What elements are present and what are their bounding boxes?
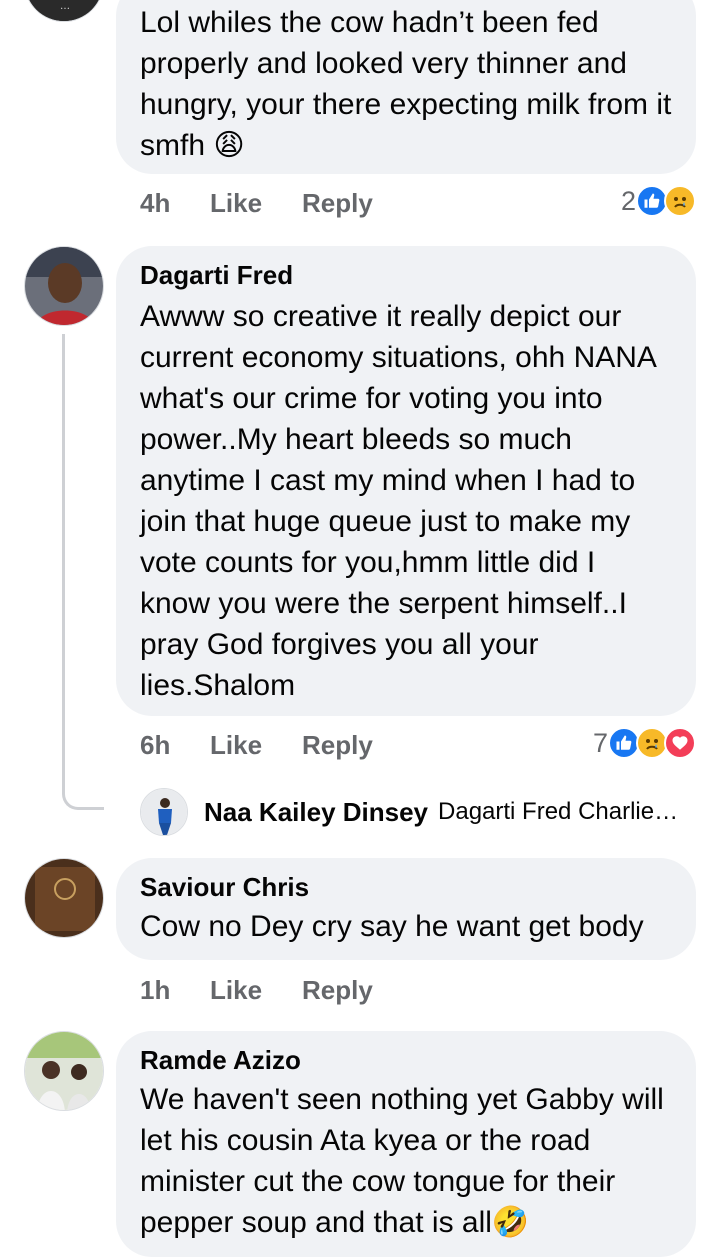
comment-text: Lol whiles the cow hadn’t been fed prope… bbox=[140, 6, 672, 162]
avatar[interactable]: … bbox=[24, 0, 104, 22]
comment-bubble: Ramde Azizo We haven't seen nothing yet … bbox=[116, 1031, 696, 1257]
comment-time: 4h bbox=[140, 187, 171, 218]
comment-author[interactable]: Ramde Azizo bbox=[140, 1045, 672, 1075]
svg-text:…: … bbox=[60, 1, 70, 12]
comment-text: Cow no Dey cry say he want get body bbox=[140, 910, 644, 943]
reply-button[interactable]: Reply bbox=[302, 188, 373, 219]
comment-actions: 6h Like Reply bbox=[140, 728, 373, 762]
reaction-summary[interactable]: 7 bbox=[593, 726, 696, 760]
comment-text: We haven't seen nothing yet Gabby will l… bbox=[140, 1083, 664, 1239]
reply-author[interactable]: Naa Kailey Dinsey bbox=[204, 797, 428, 828]
comment-bubble: Saviour Chris Cow no Dey cry say he want… bbox=[116, 858, 696, 960]
avatar[interactable] bbox=[24, 858, 104, 938]
thread-connector bbox=[62, 334, 104, 810]
comment-time: 6h bbox=[140, 729, 171, 760]
avatar[interactable] bbox=[24, 246, 104, 326]
reaction-summary[interactable]: 2 bbox=[621, 184, 696, 218]
reply-preview[interactable]: Naa Kailey Dinsey Dagarti Fred Charlie… bbox=[140, 788, 678, 836]
like-button[interactable]: Like bbox=[210, 975, 302, 1006]
reaction-count: 7 bbox=[592, 727, 608, 758]
comment-bubble: Dagarti Fred Awww so creative it really … bbox=[116, 246, 696, 716]
reply-button[interactable]: Reply bbox=[302, 730, 373, 761]
comment-bubble: Lol whiles the cow hadn’t been fed prope… bbox=[116, 0, 696, 174]
comment-text: Awww so creative it really depict our cu… bbox=[140, 300, 656, 702]
comment-actions: 4h Like Reply bbox=[140, 186, 373, 220]
like-button[interactable]: Like bbox=[210, 730, 302, 761]
avatar[interactable] bbox=[24, 1031, 104, 1111]
sad-reaction-icon bbox=[664, 185, 696, 217]
comment-author[interactable]: Saviour Chris bbox=[140, 872, 672, 902]
comment-time: 1h bbox=[140, 974, 171, 1005]
reply-button[interactable]: Reply bbox=[302, 975, 373, 1006]
like-button[interactable]: Like bbox=[210, 188, 302, 219]
comment-author[interactable]: Dagarti Fred bbox=[140, 260, 672, 290]
comment-actions: 1h Like Reply bbox=[140, 973, 373, 1007]
avatar[interactable] bbox=[140, 788, 188, 836]
reaction-count: 2 bbox=[620, 185, 636, 216]
reply-text-preview: Dagarti Fred Charlie… bbox=[438, 798, 679, 825]
love-reaction-icon bbox=[664, 727, 696, 759]
